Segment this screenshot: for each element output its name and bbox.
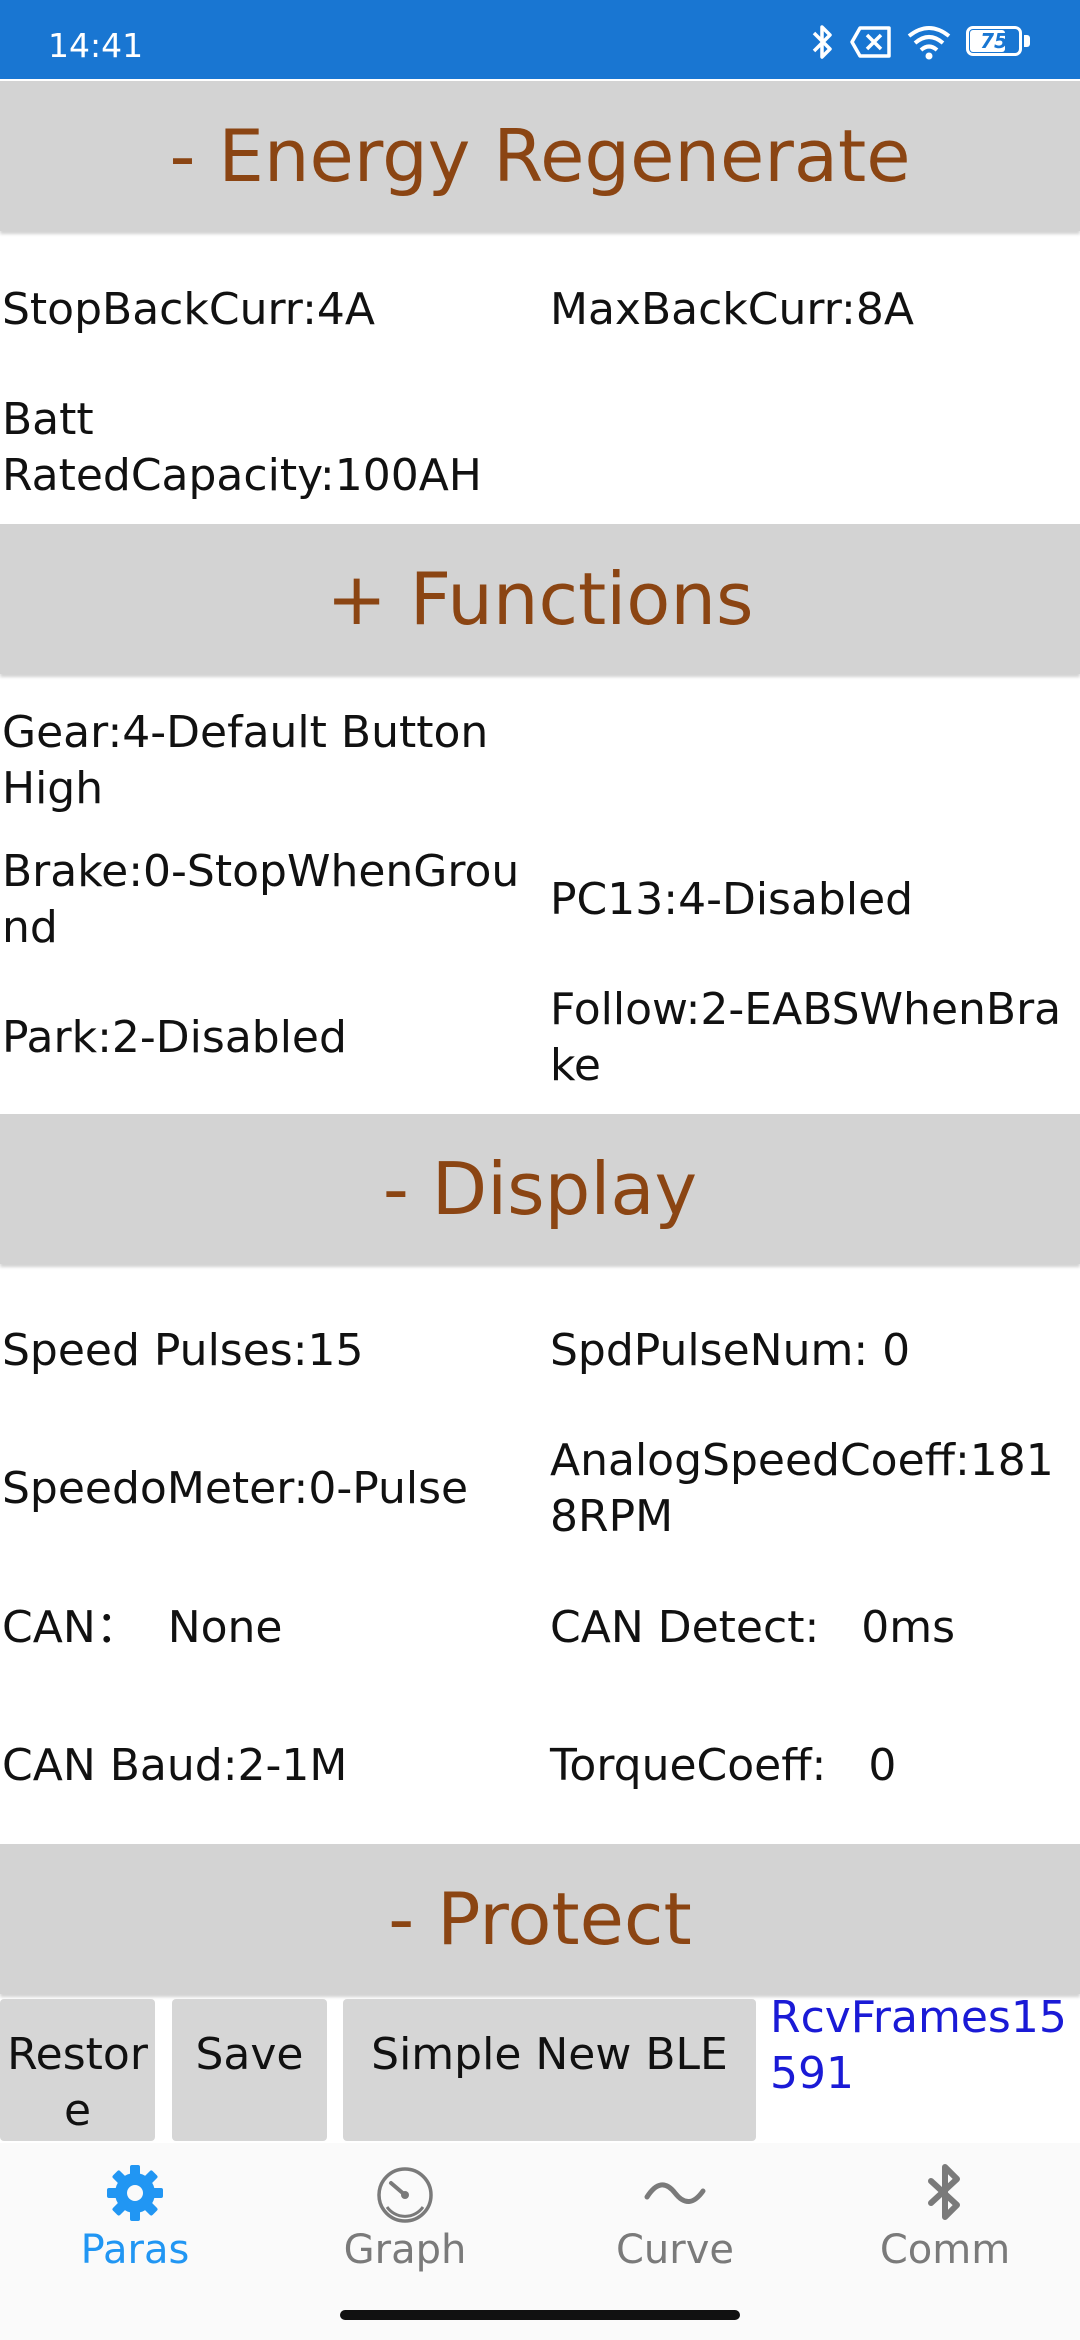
nav-comm[interactable]: Comm [810,2143,1080,2303]
section-display[interactable]: - Display [0,1114,1080,1264]
speedometer-param[interactable]: SpeedoMeter:0-Pulse [2,1461,532,1517]
simple-new-ble-button[interactable]: Simple New BLE [343,1999,756,2141]
spd-pulse-num: SpdPulseNum: 0 [550,1325,911,1376]
status-bar: 14:41 75 [0,0,1080,79]
gear-icon [107,2165,163,2221]
nav-paras[interactable]: Paras [0,2143,270,2303]
status-icons: 75 [810,22,1030,62]
can-param[interactable]: CAN： None [2,1600,532,1656]
nav-graph[interactable]: Graph [270,2143,540,2303]
section-energy-regenerate[interactable]: - Energy Regenerate [0,81,1080,231]
nav-comm-label: Comm [879,2227,1011,2273]
nav-paras-label: Paras [80,2227,190,2273]
nav-graph-label: Graph [343,2227,467,2273]
speed-pulses[interactable]: Speed Pulses:15 [2,1323,532,1379]
stop-back-curr[interactable]: StopBackCurr:4A [2,282,532,338]
section-functions[interactable]: + Functions [0,524,1080,674]
bluetooth-icon [812,25,832,59]
section-protect[interactable]: - Protect [0,1844,1080,1994]
follow-param[interactable]: Follow:2-EABSWhenBrake [550,982,1080,1094]
can-baud[interactable]: CAN Baud:2-1M [2,1738,532,1794]
nav-curve-label: Curve [615,2227,734,2273]
wave-icon [644,2182,706,2204]
nav-curve[interactable]: Curve [540,2143,810,2303]
can-detect: CAN Detect: 0ms [550,1602,956,1653]
max-back-curr[interactable]: MaxBackCurr:8A [550,282,1080,338]
status-time: 14:41 [48,26,144,65]
wifi-icon [907,26,951,60]
brake-param[interactable]: Brake:0-StopWhenGround [2,844,527,956]
no-sim-icon [850,26,891,58]
pc13-param[interactable]: PC13:4-Disabled [550,872,1080,928]
gear-param[interactable]: Gear:4-Default Button High [2,705,512,817]
park-param[interactable]: Park:2-Disabled [2,1010,532,1066]
rcv-frames-counter: RcvFrames15591 [770,1992,1067,2099]
home-indicator[interactable] [340,2310,740,2320]
battery-icon: 75 [966,26,1030,58]
torque-coeff: TorqueCoeff: 0 [550,1740,897,1791]
analog-speed-coeff[interactable]: AnalogSpeedCoeff:1818RPM [550,1433,1075,1545]
batt-rated-capacity[interactable]: Batt RatedCapacity:100AH [2,392,502,504]
save-button[interactable]: Save [172,1999,327,2141]
gauge-icon [377,2167,433,2223]
restore-button[interactable]: Restore [0,1999,155,2141]
battery-level: 75 [980,29,1008,53]
bluetooth-icon [928,2164,960,2220]
